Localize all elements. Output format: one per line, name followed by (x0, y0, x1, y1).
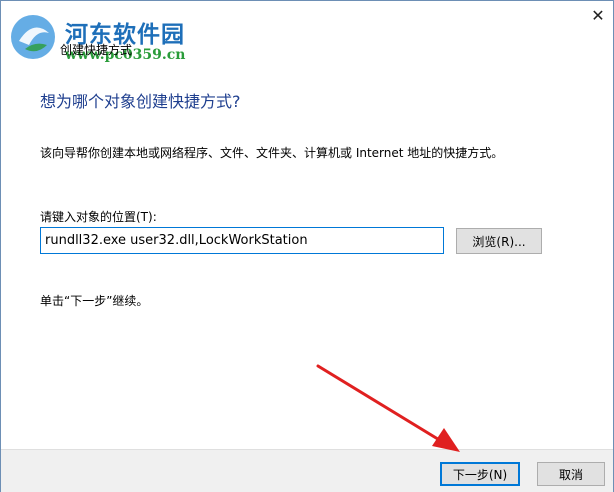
location-label: 请键入对象的位置(T): (40, 210, 157, 224)
close-icon: ✕ (591, 6, 605, 25)
button-bar: 下一步(N) 取消 (1, 449, 613, 492)
next-button[interactable]: 下一步(N) (440, 462, 520, 486)
browse-button[interactable]: 浏览(R)... (456, 228, 542, 254)
dialog-title: 创建快捷方式 (60, 43, 133, 57)
page-heading: 想为哪个对象创建快捷方式? (40, 92, 241, 111)
create-shortcut-dialog: ✕ 河东软件园 www.pc0359.cn 创建快捷方式 想为哪个对象创建快捷方… (0, 0, 614, 492)
continue-hint: 单击“下一步”继续。 (40, 294, 149, 308)
watermark-logo-icon (11, 15, 55, 59)
cancel-button[interactable]: 取消 (537, 462, 605, 486)
wizard-description: 该向导帮你创建本地或网络程序、文件、文件夹、计算机或 Internet 地址的快… (40, 146, 504, 160)
close-button[interactable]: ✕ (587, 5, 609, 27)
location-input[interactable] (40, 227, 444, 254)
